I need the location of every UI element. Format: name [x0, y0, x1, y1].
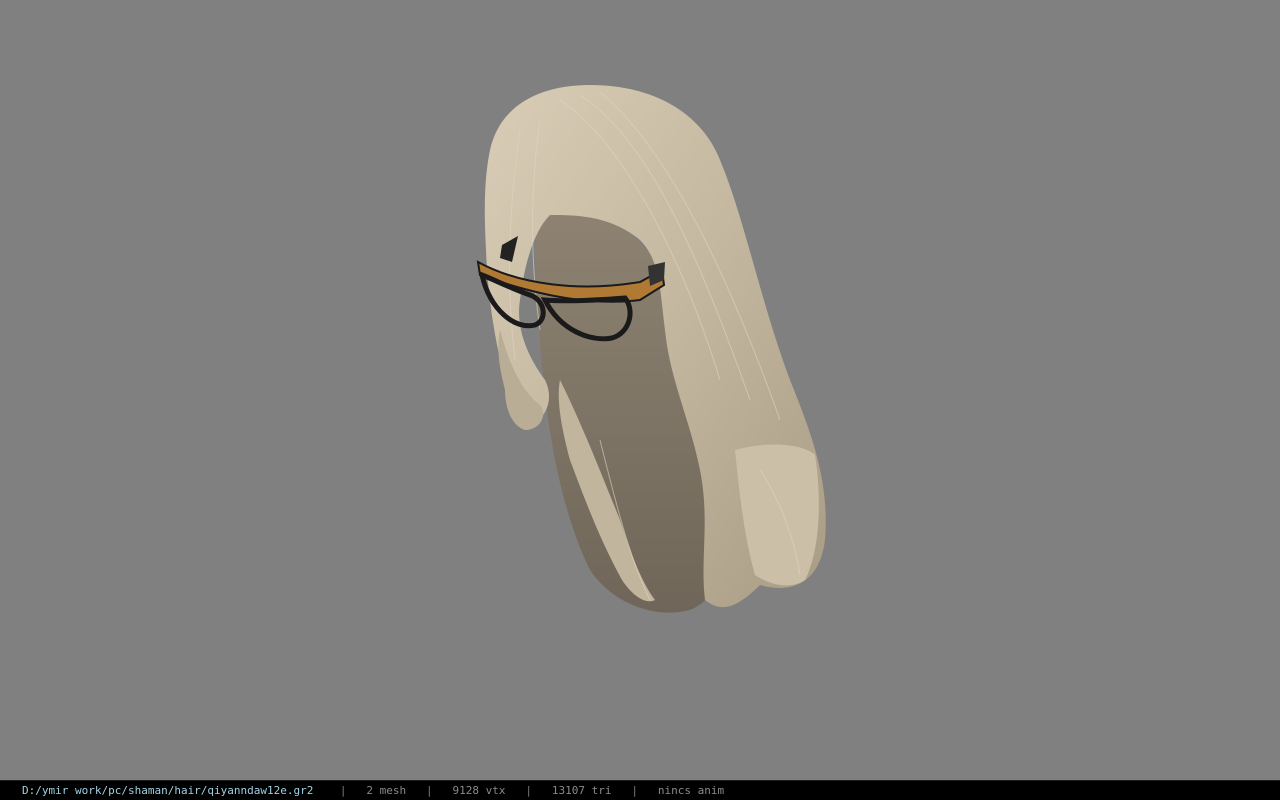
separator: | — [339, 784, 347, 797]
status-bar: D:/ymir work/pc/shaman/hair/qiyanndaw12e… — [0, 780, 1280, 800]
separator: | — [525, 784, 533, 797]
separator: | — [631, 784, 638, 797]
separator: | — [426, 784, 433, 797]
vertex-count: 9128 vtx — [452, 784, 506, 797]
triangle-count: 13107 tri — [551, 784, 612, 797]
mesh-count: 2 mesh — [366, 784, 407, 797]
hair-model-render[interactable] — [0, 0, 1280, 780]
file-path-label: D:/ymir work/pc/shaman/hair/qiyanndaw12e… — [22, 784, 314, 797]
animation-status: nincs anim — [657, 784, 725, 797]
3d-viewport[interactable] — [0, 0, 1280, 780]
